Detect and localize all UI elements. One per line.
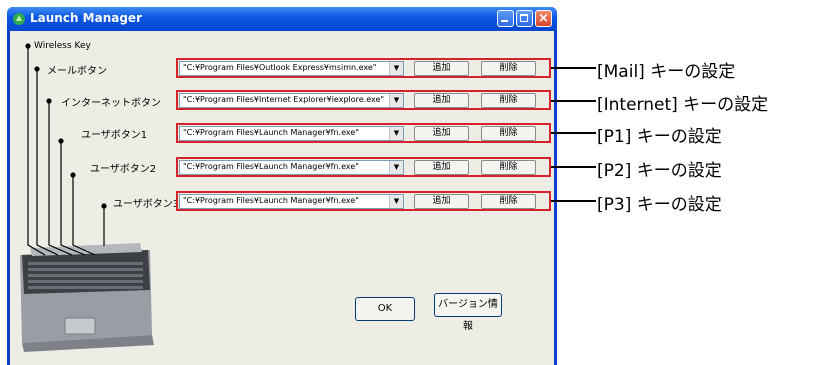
p3-callout: [P3] キーの設定 — [597, 195, 722, 215]
user-button3-label: ユーザボタン3 — [113, 199, 180, 210]
p2-add-button[interactable]: 追加 — [414, 160, 469, 175]
p2-delete-button[interactable]: 削除 — [481, 160, 536, 175]
chevron-down-icon[interactable]: ▼ — [389, 127, 403, 140]
version-info-button[interactable]: バージョン情報 — [434, 293, 502, 332]
p2-connector — [551, 166, 596, 168]
internet-delete-button[interactable]: 削除 — [481, 93, 536, 108]
p1-path-dropdown[interactable]: "C:¥Program Files¥Launch Manager¥fn.exe"… — [179, 126, 404, 141]
p1-connector — [551, 132, 596, 134]
p1-add-button[interactable]: 追加 — [414, 126, 469, 141]
p3-path-dropdown[interactable]: "C:¥Program Files¥Launch Manager¥fn.exe"… — [179, 194, 404, 209]
chevron-down-icon[interactable]: ▼ — [389, 195, 403, 208]
p3-connector — [551, 200, 596, 202]
p2-path-dropdown[interactable]: "C:¥Program Files¥Launch Manager¥fn.exe"… — [179, 160, 404, 175]
internet-callout: [Internet] キーの設定 — [597, 95, 769, 115]
mail-path-dropdown[interactable]: "C:¥Program Files¥Outlook Express¥msimn.… — [179, 61, 404, 76]
mail-callout: [Mail] キーの設定 — [597, 62, 736, 82]
tree-root-label: Wireless Key — [34, 41, 91, 51]
chevron-down-icon[interactable]: ▼ — [389, 62, 403, 75]
p2-callout: [P2] キーの設定 — [597, 161, 722, 181]
p1-callout: [P1] キーの設定 — [597, 127, 722, 147]
internet-path-value: "C:¥Program Files¥Internet Explorer¥iexp… — [183, 95, 385, 104]
mail-add-button[interactable]: 追加 — [414, 61, 469, 76]
chevron-down-icon[interactable]: ▼ — [389, 94, 403, 107]
internet-button-label: インターネットボタン — [61, 98, 161, 109]
chevron-down-icon[interactable]: ▼ — [389, 161, 403, 174]
p3-delete-button[interactable]: 削除 — [481, 194, 536, 209]
p1-path-value: "C:¥Program Files¥Launch Manager¥fn.exe" — [183, 128, 359, 137]
user-button1-label: ユーザボタン1 — [81, 130, 148, 141]
internet-connector — [551, 100, 596, 102]
mail-button-label: メールボタン — [47, 66, 107, 77]
laptop-image — [20, 243, 154, 352]
mail-connector — [551, 67, 596, 69]
internet-path-dropdown[interactable]: "C:¥Program Files¥Internet Explorer¥iexp… — [179, 93, 404, 108]
user-button2-label: ユーザボタン2 — [90, 164, 157, 175]
p1-delete-button[interactable]: 削除 — [481, 126, 536, 141]
ok-button[interactable]: OK — [355, 297, 415, 321]
mail-delete-button[interactable]: 削除 — [481, 61, 536, 76]
internet-add-button[interactable]: 追加 — [414, 93, 469, 108]
p2-path-value: "C:¥Program Files¥Launch Manager¥fn.exe" — [183, 162, 359, 171]
mail-path-value: "C:¥Program Files¥Outlook Express¥msimn.… — [183, 63, 377, 72]
p3-path-value: "C:¥Program Files¥Launch Manager¥fn.exe" — [183, 196, 359, 205]
p3-add-button[interactable]: 追加 — [414, 194, 469, 209]
